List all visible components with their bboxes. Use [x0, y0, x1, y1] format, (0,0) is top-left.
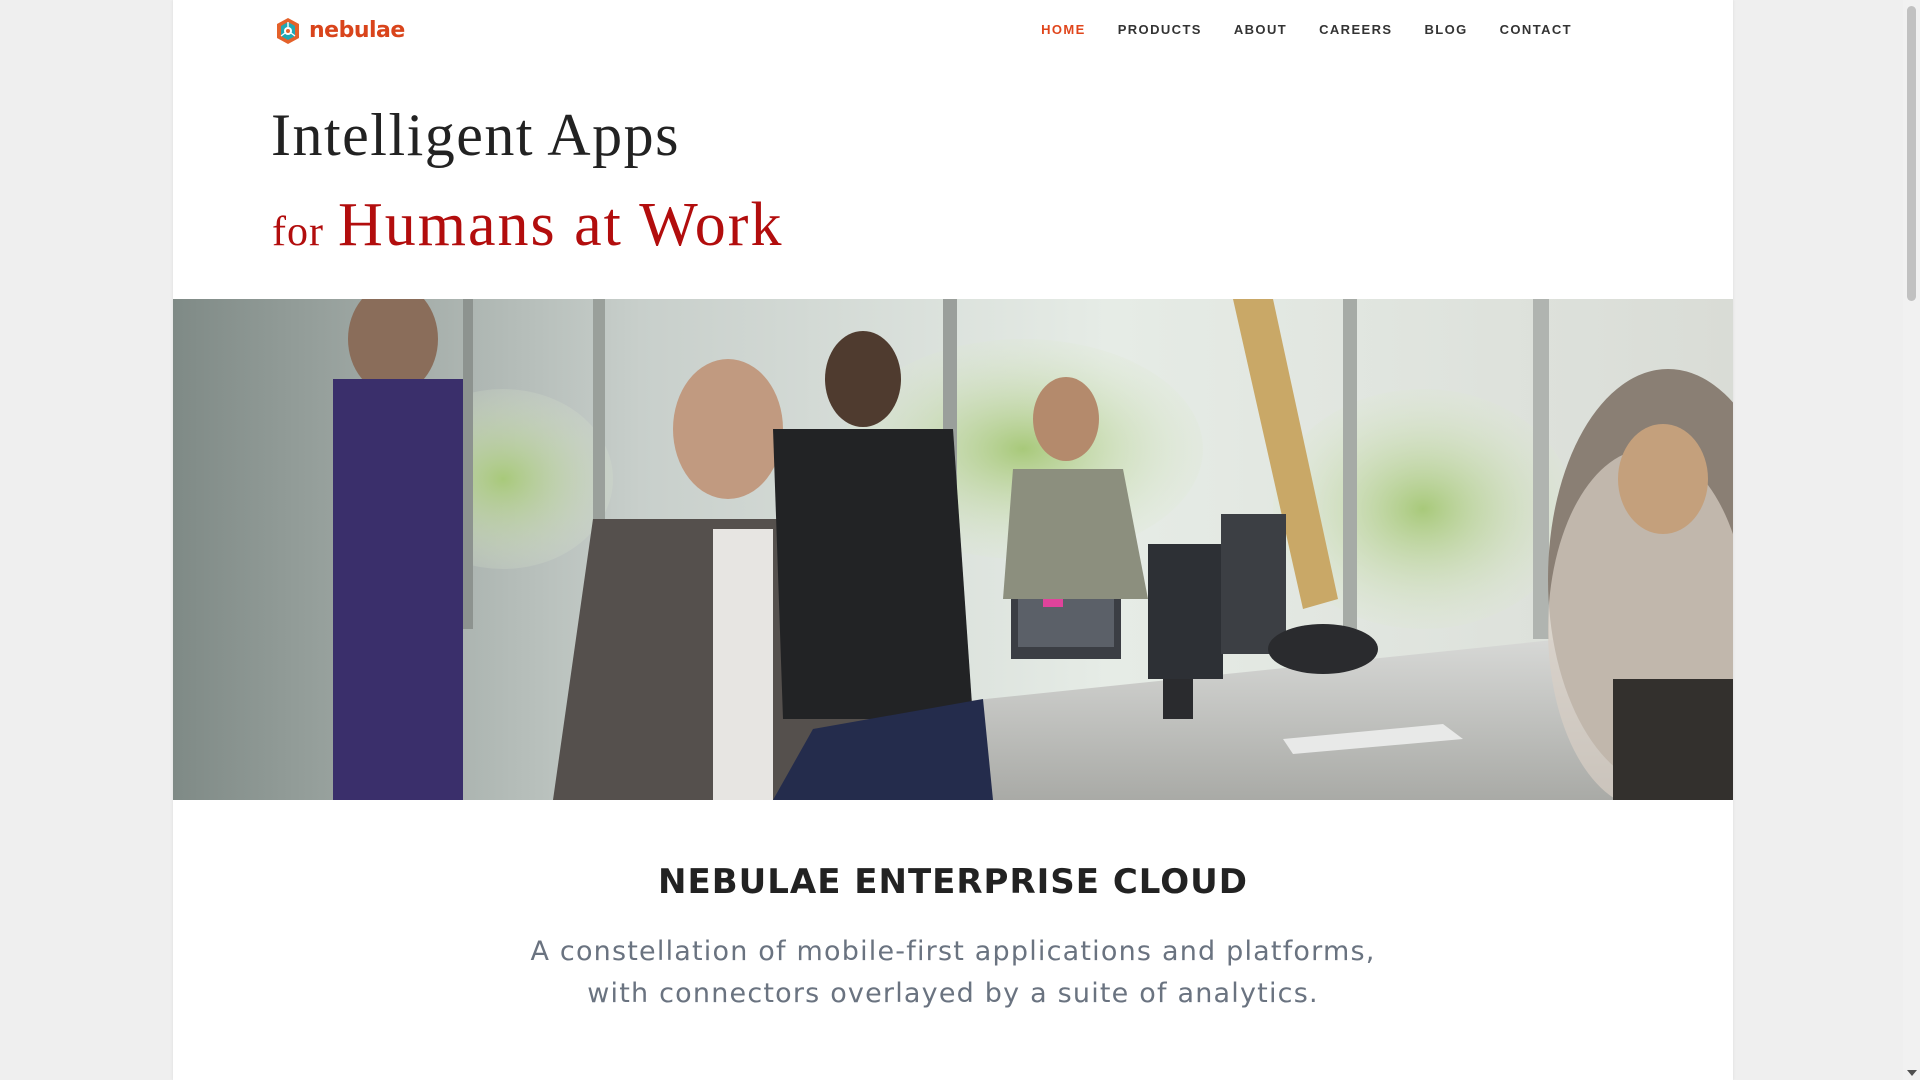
hero-subheadline: for Humans at Work: [272, 190, 783, 273]
site-header: nebulae HOME PRODUCTS ABOUT CAREERS BLOG…: [173, 0, 1733, 62]
section-description-line-1: A constellation of mobile-first applicat…: [530, 936, 1376, 967]
page-container: nebulae HOME PRODUCTS ABOUT CAREERS BLOG…: [173, 0, 1733, 1080]
section-description-line-2: with connectors overlayed by a suite of …: [587, 978, 1319, 1009]
hero-office-photo: [173, 299, 1733, 800]
section-description: A constellation of mobile-first applicat…: [173, 931, 1733, 1015]
scrollbar-thumb[interactable]: [1907, 6, 1916, 301]
nebulae-logo-icon: [277, 18, 299, 44]
hero-subheadline-prefix: for: [272, 209, 324, 255]
nav-careers[interactable]: CAREERS: [1303, 20, 1408, 40]
nav-products[interactable]: PRODUCTS: [1102, 20, 1218, 40]
page-scrollbar[interactable]: [1903, 0, 1920, 1080]
nav-home[interactable]: HOME: [1025, 20, 1102, 40]
section-title: NEBULAE ENTERPRISE CLOUD: [658, 862, 1248, 902]
office-team-photo-icon: [173, 299, 1733, 800]
site-logo[interactable]: nebulae: [273, 14, 405, 48]
logo-text: nebulae: [309, 18, 405, 43]
nav-contact[interactable]: CONTACT: [1484, 20, 1588, 40]
nav-about[interactable]: ABOUT: [1218, 20, 1303, 40]
main-nav: HOME PRODUCTS ABOUT CAREERS BLOG CONTACT: [1025, 20, 1588, 40]
hero-subheadline-main: Humans at Work: [337, 191, 784, 259]
hero-headline: Intelligent Apps: [271, 102, 680, 168]
scroll-down-arrow-icon[interactable]: [1907, 1070, 1917, 1076]
nav-blog[interactable]: BLOG: [1408, 20, 1483, 40]
